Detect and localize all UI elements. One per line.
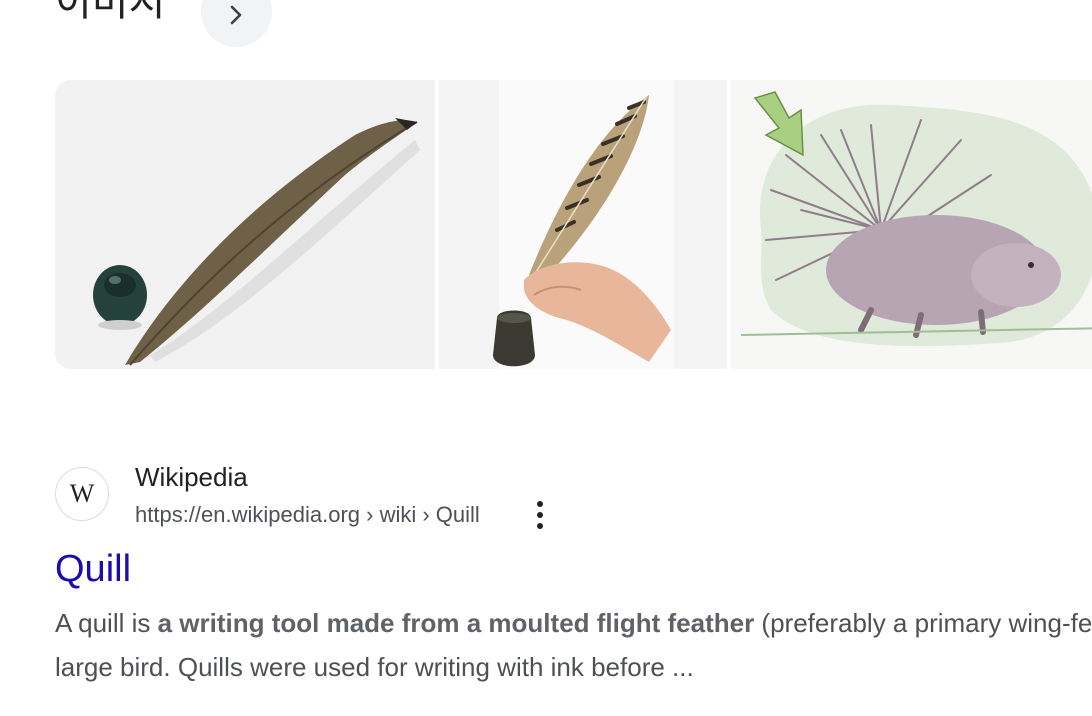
hand-feather-image bbox=[439, 80, 727, 369]
image-carousel bbox=[55, 80, 1092, 369]
quill-inkwell-image bbox=[55, 80, 435, 369]
snippet-highlight: a writing tool made from a moulted fligh… bbox=[157, 608, 755, 638]
snippet-text-continued: (preferably a primary wing-feather) of a bbox=[761, 608, 1092, 638]
result-url-breadcrumb[interactable]: https://en.wikipedia.org › wiki › Quill bbox=[135, 501, 480, 529]
result-site-name[interactable]: Wikipedia bbox=[135, 461, 248, 493]
image-thumbnail-hand-feather[interactable] bbox=[439, 80, 727, 369]
wikipedia-w-icon: W bbox=[69, 479, 95, 508]
porcupine-image bbox=[731, 80, 1092, 369]
snippet-text: A quill is bbox=[55, 608, 158, 638]
snippet-line-2: large bird. Quills were used for writing… bbox=[55, 652, 694, 682]
wikipedia-favicon[interactable]: W bbox=[55, 467, 109, 521]
image-thumbnail-quill-inkwell[interactable] bbox=[55, 80, 435, 369]
image-thumbnail-porcupine[interactable] bbox=[731, 80, 1092, 369]
snippet-line-1: A quill is a writing tool made from a mo… bbox=[55, 601, 1092, 645]
more-options-button[interactable] bbox=[526, 499, 556, 531]
result-snippet: A quill is a writing tool made from a mo… bbox=[55, 601, 1092, 689]
chevron-right-icon bbox=[230, 5, 242, 25]
more-images-button[interactable] bbox=[201, 0, 272, 47]
three-dots-vertical-icon bbox=[537, 501, 543, 529]
images-section-heading: 이미지 bbox=[55, 0, 166, 24]
search-results-page: 이미지 W Wikipedia https://en.wikipedia.org… bbox=[0, 0, 1092, 716]
result-title-link[interactable]: Quill bbox=[55, 545, 131, 593]
